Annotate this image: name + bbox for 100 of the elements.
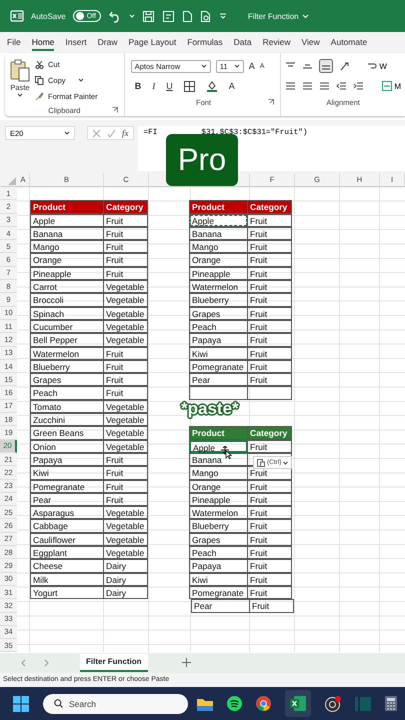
table-cell: Fruit [247,532,292,546]
table-cell: Milk [30,572,104,586]
bold-button[interactable]: B [134,81,142,91]
table-header-cell: Category [247,426,292,440]
document-title[interactable]: Filter Function [248,12,299,20]
browser-icon[interactable] [256,696,271,712]
table-cell: Fruit [103,360,148,374]
decrease-indent-icon[interactable] [336,81,348,91]
table-cell: Fruit [247,492,292,506]
empty-table-cell [247,386,292,400]
ribbon-tab[interactable]: Formulas [187,34,223,50]
table-header-cell: Category [247,200,292,214]
print-preview-icon[interactable] [200,10,212,22]
table-cell: Vegetable [103,306,148,320]
merge-label[interactable]: M [394,82,401,90]
italic-button[interactable]: I [152,81,156,91]
table-cell: Pineapple [189,266,248,280]
ribbon-tab[interactable]: File [7,34,21,50]
windows-start-icon[interactable] [13,696,29,712]
ribbon-tab[interactable]: View [302,34,320,50]
increase-font-button[interactable]: A [248,61,255,71]
folder-icon[interactable] [197,696,213,711]
underline-button[interactable]: U [166,81,173,91]
borders-icon[interactable] [184,80,195,92]
check-icon[interactable] [107,128,116,138]
table-cell: Dairy [103,559,148,573]
record-app-icon[interactable] [325,696,341,712]
table-cell: Pomegranate [189,586,248,600]
ribbon-tab[interactable]: Page Layout [128,34,176,50]
caret-icon[interactable] [128,13,135,19]
table-cell: Fruit [247,572,292,586]
table-cell: Carrot [30,280,104,294]
wrap-text-icon[interactable] [367,61,378,71]
align-bottom-icon[interactable] [319,59,334,73]
table-cell: Orange [189,253,248,267]
form-icon[interactable] [162,10,175,22]
table-cell: Fruit [247,546,292,560]
table-cell: Peach [30,386,104,400]
fill-color-icon[interactable] [206,80,218,92]
text-align-icon[interactable] [319,81,330,91]
text-align-icon[interactable] [285,81,296,91]
calculator-icon[interactable] [385,696,397,712]
table-cell: Vegetable [103,546,148,560]
table-cell: Dairy [103,586,148,600]
table-cell: Fruit [247,320,292,334]
wrap-text-label[interactable]: W [379,62,387,70]
caret-icon [17,93,23,98]
table-cell: Vegetable [103,519,148,533]
sheet-tab[interactable]: Filter Function [80,654,148,672]
orientation-icon[interactable] [339,61,352,71]
add-sheet-icon[interactable] [182,658,191,668]
dialog-launcher-icon[interactable] [112,107,118,113]
table-cell: Fruit [103,492,148,506]
table-cell: Vegetable [103,333,148,347]
table-cell: Watermelon [189,506,248,520]
save-icon[interactable] [142,10,155,22]
table-cell: Fruit [247,480,292,493]
increase-indent-icon[interactable] [353,81,364,91]
table-cell: Fruit [247,226,292,240]
empty-table-cell [189,386,248,400]
table-cell: Mango [189,466,248,480]
chevron-down-icon[interactable] [302,13,309,19]
caret-icon [234,64,240,68]
table-cell: Vegetable [103,293,148,307]
paintbrush-icon [35,92,44,100]
table-cell: Papaya [30,452,104,466]
table-cell: Pomegranate [189,360,248,374]
insert-function-button[interactable]: fx [122,128,128,138]
table-cell: Green Beans [30,426,104,440]
table-cell: Yogurt [30,586,104,600]
search-field[interactable]: Search [43,694,188,714]
music-app-icon[interactable] [227,696,242,712]
table-cell: Fruit [247,373,292,386]
merge-icon[interactable] [382,81,392,91]
text-align-icon[interactable] [302,81,314,91]
dialog-launcher-icon[interactable] [268,99,274,105]
table-cell: Kiwi [30,466,104,480]
customize-icon[interactable] [218,12,227,20]
caret-icon [283,460,288,464]
table-cell: Grapes [189,532,248,546]
pro-badge: Pro [166,134,238,186]
new-file-icon[interactable] [182,10,193,22]
copied-cell: Apple [189,214,248,227]
clipboard-icon [257,458,265,467]
table-cell: Vegetable [103,506,148,520]
ribbon-tab[interactable]: Home [32,34,54,50]
table-cell: Fruit [247,306,292,320]
table-cell: Cheese [30,559,104,573]
ribbon-tab[interactable]: Data [234,34,252,50]
table-cell: Tomato [30,400,104,414]
ribbon-tab[interactable]: Automate [330,34,368,50]
font-color-button[interactable]: A [228,81,235,91]
ribbon-tab[interactable]: Draw [98,34,118,50]
table-header-cell: Product [189,200,248,214]
ribbon-tab[interactable]: Insert [65,34,87,50]
table-cell: Banana [189,226,248,240]
table-cell: Fruit [247,360,292,374]
spreadsheet-app-icon[interactable] [290,696,306,712]
ribbon-tab[interactable]: Review [262,34,291,50]
table-cell: Pear [189,373,248,386]
